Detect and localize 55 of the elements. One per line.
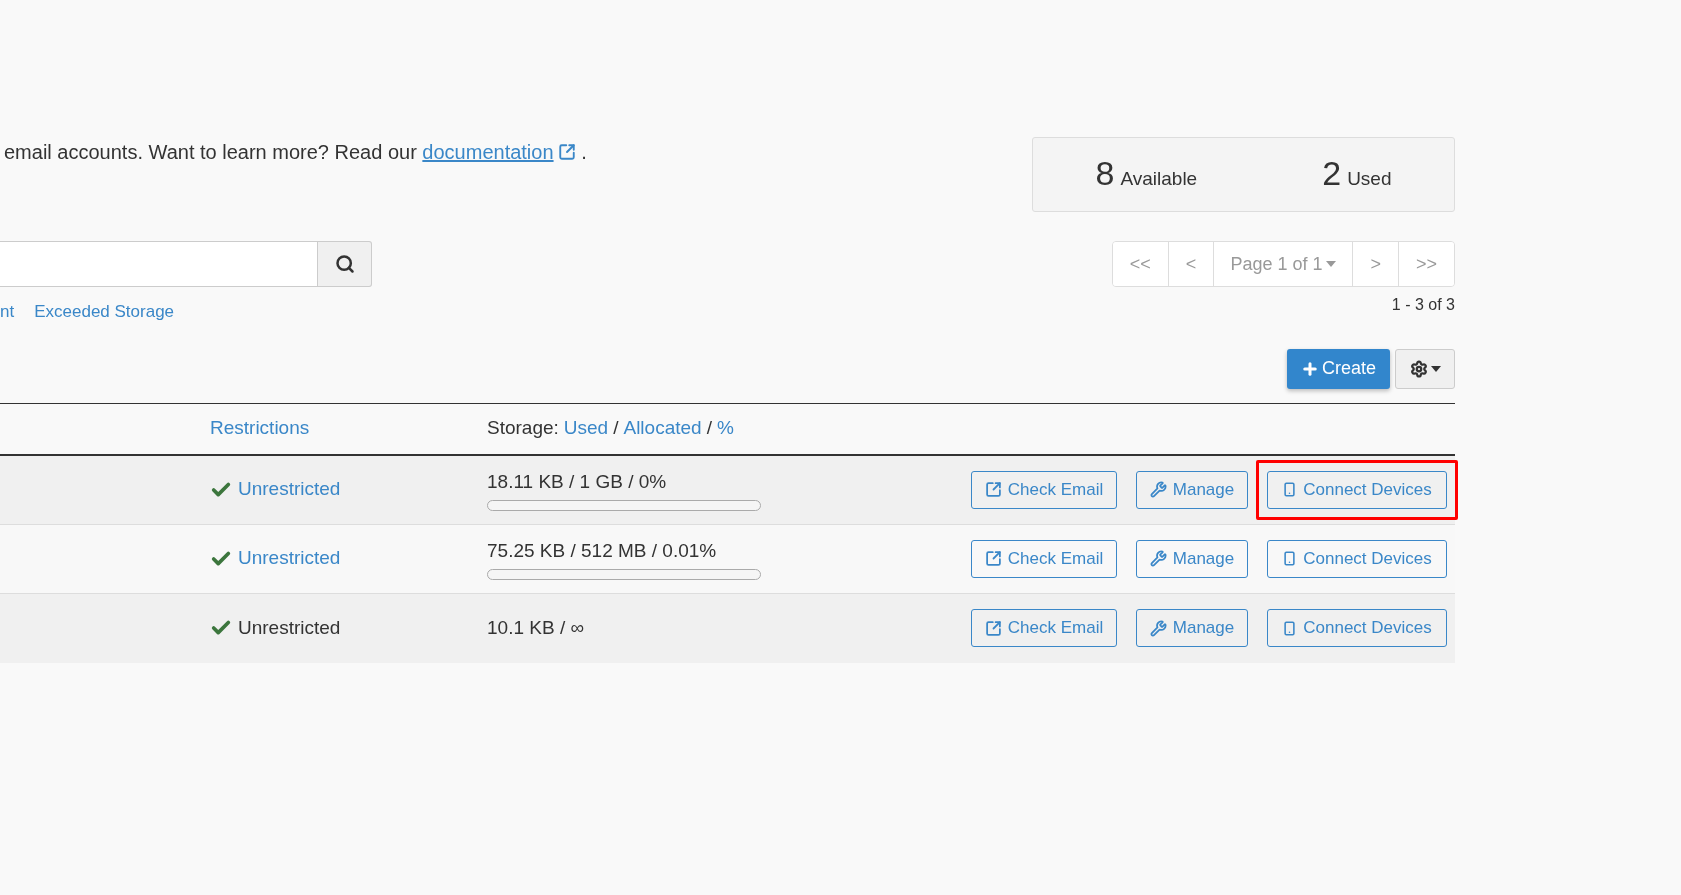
plus-icon <box>1300 359 1319 378</box>
row-action-button[interactable]: Connect Devices <box>1267 609 1447 647</box>
sort-link[interactable]: Used <box>563 414 609 443</box>
page-select[interactable]: Page 1 of 1 <box>1213 242 1353 286</box>
intro-text: email accounts. Want to learn more? Read our documentation . <box>0 137 587 167</box>
result-count: 1 - 3 of 3 <box>1391 295 1455 315</box>
row-action-button[interactable]: Connect Devices <box>1267 539 1447 578</box>
search-icon <box>334 254 355 274</box>
smartphone-icon <box>1282 550 1298 567</box>
restriction-text: Unrestricted <box>238 615 341 640</box>
quota-count: 8 <box>1095 155 1115 190</box>
row-action-button[interactable]: Manage <box>1136 470 1248 509</box>
smartphone-icon <box>1282 481 1298 498</box>
pager-button[interactable]: < <box>1167 242 1214 286</box>
settings-button[interactable] <box>1395 348 1455 389</box>
smartphone-icon <box>1282 619 1298 637</box>
settings-icon <box>1409 359 1428 378</box>
storage-usage: 75.25 KB / 512 MB / 0.01% <box>487 539 718 564</box>
caret-icon <box>1326 261 1337 267</box>
quota-count: 2 <box>1322 155 1342 190</box>
row-action-button[interactable]: Connect Devices <box>1267 470 1447 509</box>
sort-link[interactable]: Allocated <box>623 414 702 443</box>
wrench-icon <box>1149 550 1167 567</box>
caret-icon <box>1430 365 1441 372</box>
wrench-icon <box>1149 481 1167 498</box>
search-field[interactable] <box>0 241 318 287</box>
row-action-button[interactable]: Check Email <box>971 539 1117 578</box>
external-link-icon <box>984 619 1002 637</box>
restriction-link[interactable]: Unrestricted <box>238 475 341 504</box>
external-link-icon <box>984 550 1002 567</box>
external-link-icon <box>984 481 1002 498</box>
quota-label: Used <box>1347 166 1392 191</box>
storage-usage: 18.11 KB / 1 GB / 0% <box>487 470 668 495</box>
row-action-button[interactable]: Manage <box>1136 539 1248 578</box>
storage-header-text: Storage: <box>487 416 559 441</box>
pager-button[interactable]: << <box>1112 242 1168 286</box>
quota-label: Available <box>1120 166 1198 191</box>
restriction-link[interactable]: Unrestricted <box>238 544 341 573</box>
documentation-link[interactable]: documentation <box>422 137 576 167</box>
external-link-icon <box>557 143 576 161</box>
row-action-button[interactable]: Manage <box>1136 609 1248 647</box>
row-action-button[interactable]: Check Email <box>971 609 1117 647</box>
filter-link[interactable]: Exceeded Storage <box>34 299 175 325</box>
wrench-icon <box>1149 619 1167 637</box>
storage-usage: 10.1 KB / ∞ <box>487 615 585 640</box>
filter-link[interactable]: nt <box>0 299 15 325</box>
pager-button[interactable]: >> <box>1397 242 1454 286</box>
storage-header-text: / <box>613 416 619 441</box>
create-button[interactable]: Create <box>1286 348 1390 389</box>
sort-link[interactable]: % <box>716 414 734 443</box>
row-action-button[interactable]: Check Email <box>971 470 1117 509</box>
restrictions-column-header[interactable]: Restrictions <box>210 414 487 443</box>
storage-header-text: / <box>706 416 712 441</box>
pager-button[interactable]: > <box>1352 242 1398 286</box>
search-button[interactable] <box>318 241 372 287</box>
